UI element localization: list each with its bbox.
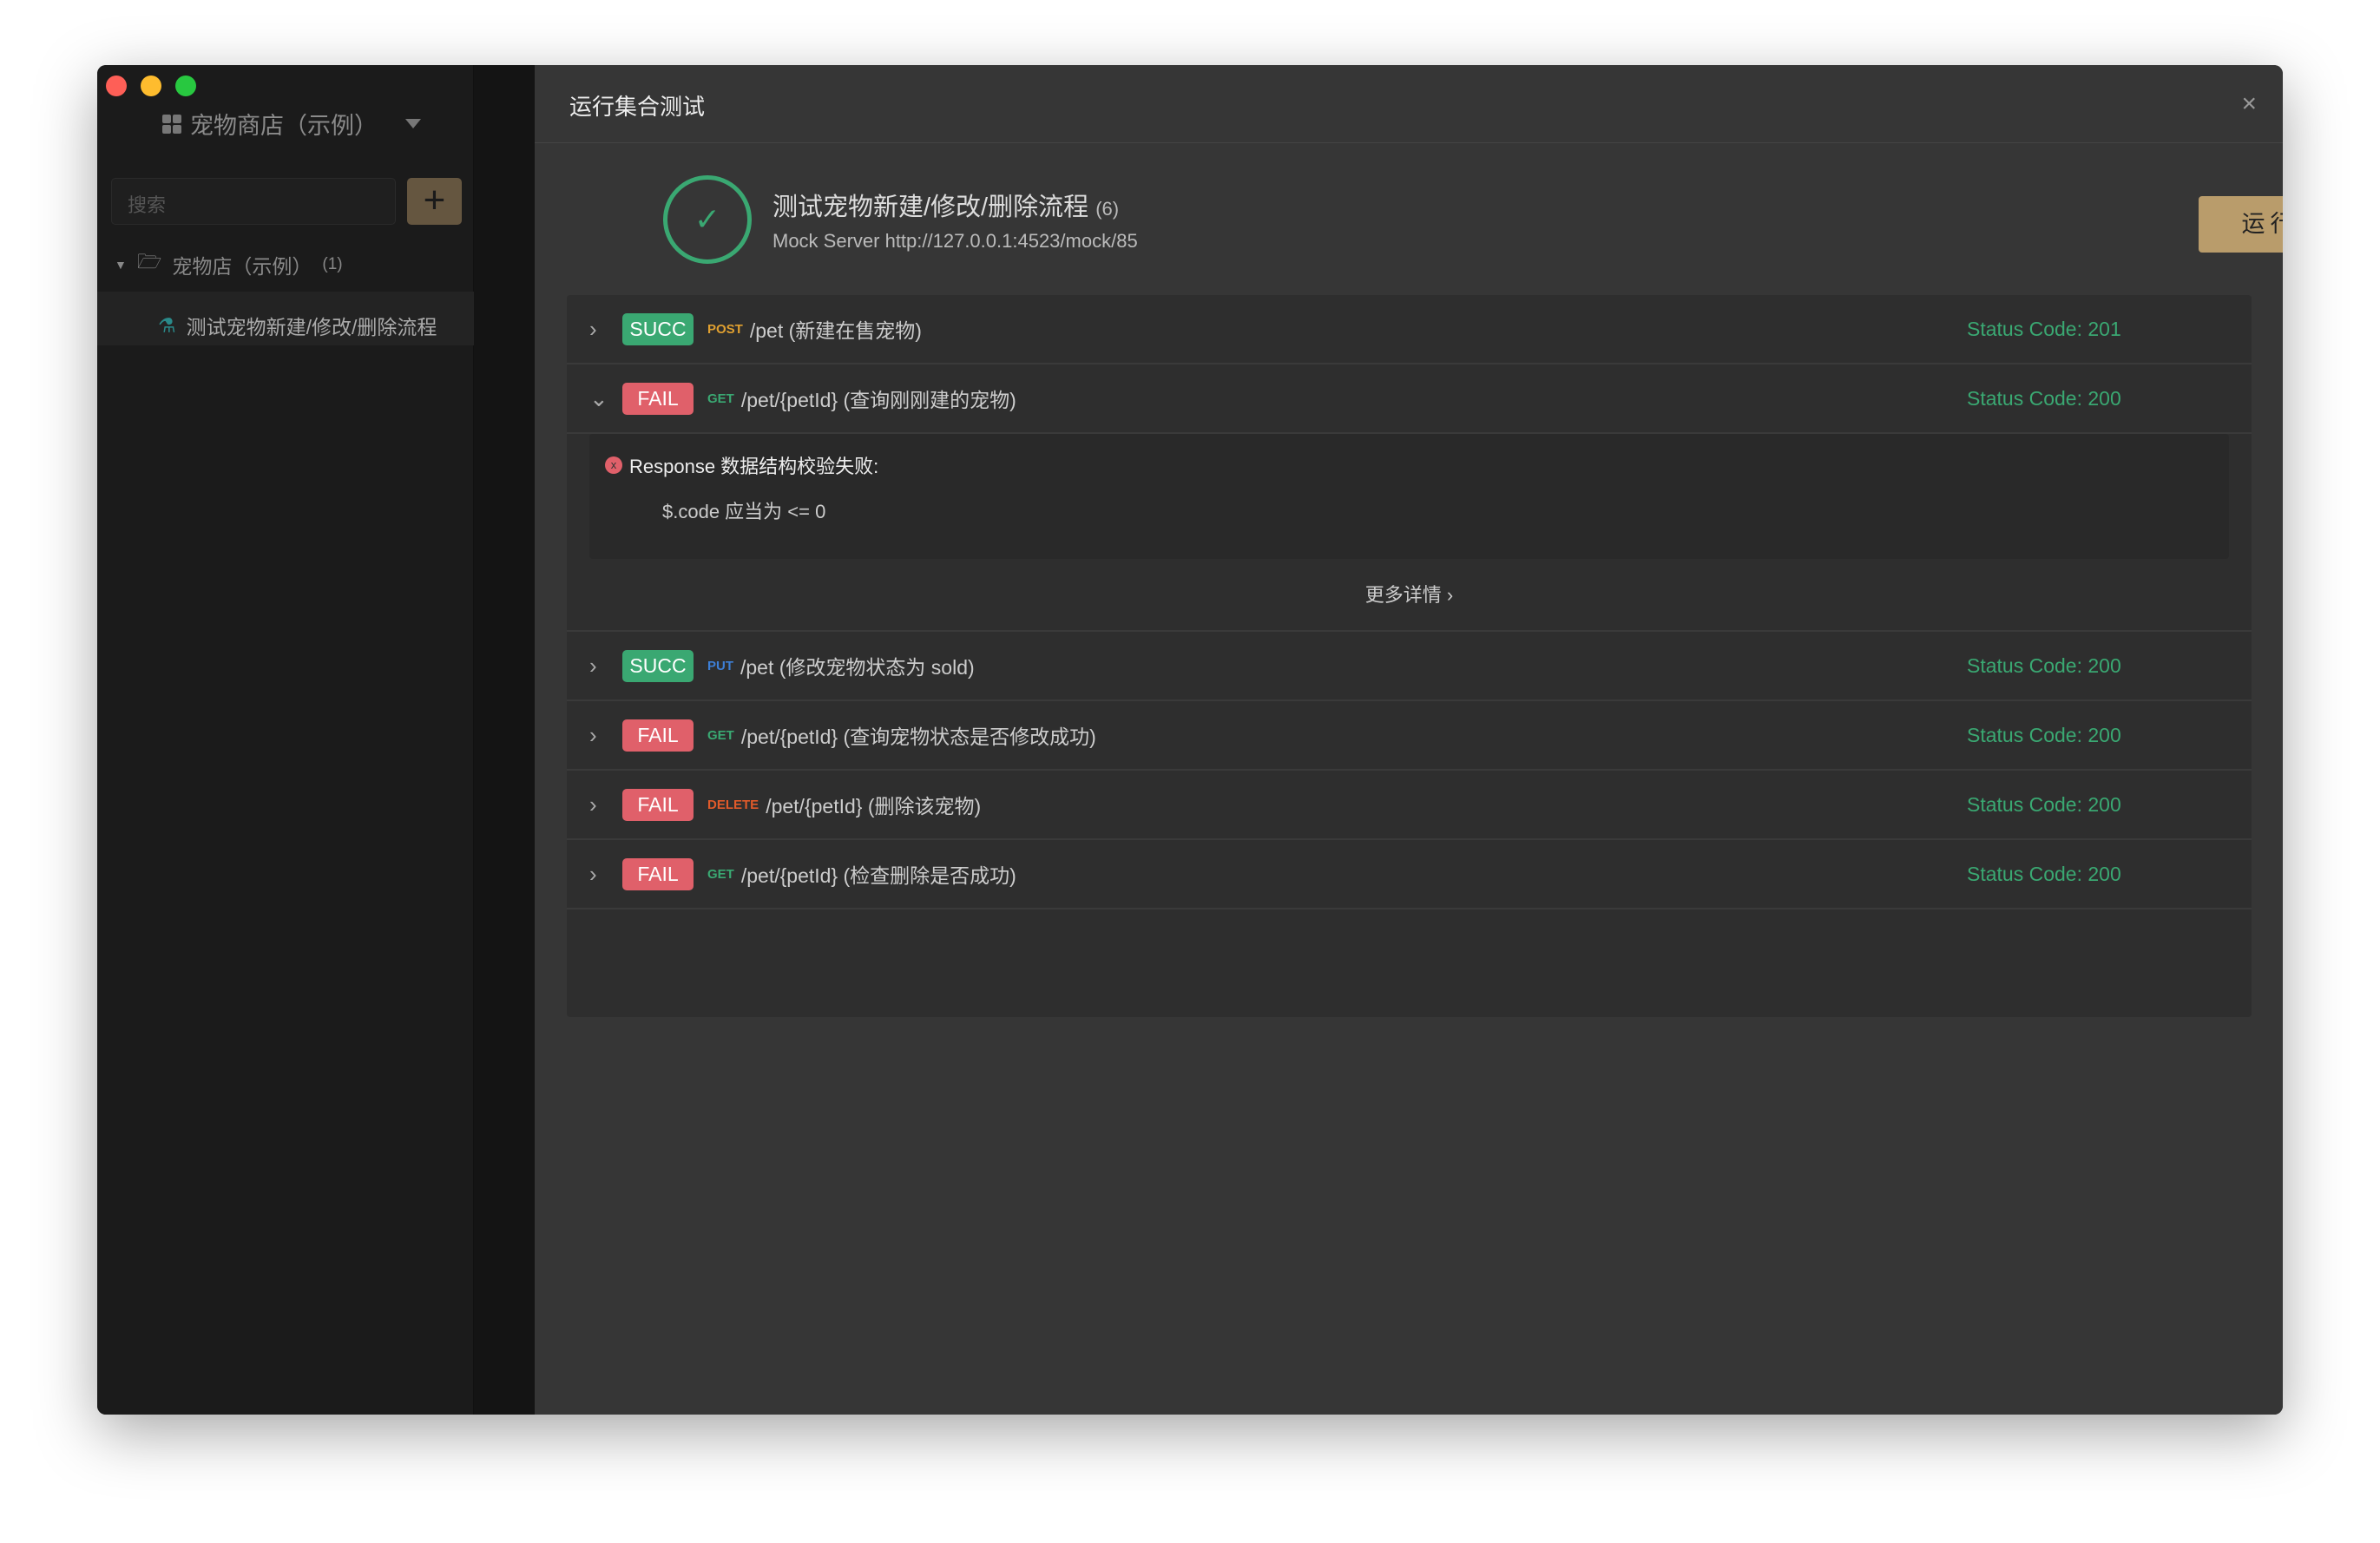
result-row[interactable]: › FAIL DELETE /pet/{petId} (删除该宠物) Statu…	[567, 771, 2252, 840]
success-check-icon: ✓	[663, 175, 752, 264]
result-row[interactable]: ⌄ FAIL GET /pet/{petId} (查询刚刚建的宠物) Statu…	[567, 364, 2252, 434]
modal-header: 运行集合测试 ×	[535, 65, 2283, 143]
mock-server-url: Mock Server http://127.0.0.1:4523/mock/8…	[773, 230, 1138, 252]
http-method: GET	[707, 866, 734, 882]
status-badge: SUCC	[622, 649, 694, 682]
sidebar: 宠物商店（示例） 搜索 + ▼ 🗁 宠物店（示例） (1) ⚗ 测试宠物新建/修…	[97, 65, 474, 1415]
status-code: Status Code: 200	[1967, 723, 2121, 746]
modal-title: 运行集合测试	[569, 94, 706, 120]
chevron-right-icon: ›	[589, 315, 597, 342]
chevron-right-icon: ›	[589, 652, 597, 679]
run-collection-modal: 运行集合测试 × ✓ 测试宠物新建/修改/删除流程 (6) Mock Serve…	[535, 65, 2283, 1415]
more-details-link[interactable]: 更多详情 ›	[567, 559, 2252, 632]
suite-name: 测试宠物新建/修改/删除流程	[773, 194, 1089, 221]
error-title: x Response 数据结构校验失败:	[605, 451, 878, 479]
caret-down-icon	[405, 119, 421, 128]
status-code: Status Code: 200	[1967, 386, 2121, 410]
search-input[interactable]: 搜索	[111, 178, 396, 225]
error-title-text: Response 数据结构校验失败:	[629, 456, 879, 477]
result-row[interactable]: › FAIL GET /pet/{petId} (查询宠物状态是否修改成功) S…	[567, 701, 2252, 771]
caret-down-icon: ▼	[115, 257, 127, 272]
error-panel: x Response 数据结构校验失败: $.code 应当为 <= 0	[589, 434, 2229, 559]
chevron-right-icon: ›	[589, 791, 597, 817]
suite-title: 测试宠物新建/修改/删除流程 (6)	[773, 187, 1119, 223]
run-button[interactable]: 运行	[2199, 196, 2283, 253]
status-badge: FAIL	[622, 719, 694, 752]
tree-item-label: 测试宠物新建/修改/删除流程	[186, 316, 437, 338]
add-button[interactable]: +	[407, 178, 462, 225]
maximize-window-button[interactable]	[175, 76, 196, 96]
status-code: Status Code: 200	[1967, 792, 2121, 816]
endpoint-path: /pet (修改宠物状态为 sold)	[740, 656, 975, 679]
close-icon[interactable]: ×	[2241, 89, 2257, 119]
status-code: Status Code: 200	[1967, 653, 2121, 677]
app-window: 宠物商店（示例） 搜索 + ▼ 🗁 宠物店（示例） (1) ⚗ 测试宠物新建/修…	[97, 65, 2283, 1415]
tree-item-test-suite[interactable]: ⚗ 测试宠物新建/修改/删除流程	[97, 292, 474, 345]
flask-icon: ⚗	[158, 313, 176, 337]
error-icon: x	[605, 456, 622, 474]
tree-folder[interactable]: ▼ 🗁 宠物店（示例） (1)	[115, 247, 343, 281]
folder-count: (1)	[322, 254, 343, 273]
endpoint-path: /pet/{petId} (删除该宠物)	[766, 795, 982, 817]
result-row[interactable]: › FAIL GET /pet/{petId} (检查删除是否成功) Statu…	[567, 840, 2252, 909]
error-detail: $.code 应当为 <= 0	[662, 501, 826, 522]
minimize-window-button[interactable]	[141, 76, 161, 96]
http-method: POST	[707, 321, 743, 337]
endpoint-path: /pet/{petId} (检查删除是否成功)	[740, 864, 1016, 887]
project-selector[interactable]: 宠物商店（示例）	[162, 107, 421, 141]
result-row[interactable]: › SUCC POST /pet (新建在售宠物) Status Code: 2…	[567, 295, 2252, 364]
status-badge: FAIL	[622, 788, 694, 821]
folder-label: 宠物店（示例）	[172, 254, 312, 278]
status-code: Status Code: 201	[1967, 317, 2121, 340]
folder-icon: 🗁	[136, 250, 162, 272]
background-panel	[474, 65, 535, 1415]
http-method: PUT	[707, 658, 733, 673]
status-code: Status Code: 200	[1967, 862, 2121, 885]
http-method: DELETE	[707, 797, 759, 812]
status-badge: FAIL	[622, 857, 694, 890]
status-badge: FAIL	[622, 382, 694, 415]
http-method: GET	[707, 391, 734, 406]
endpoint-path: /pet (新建在售宠物)	[749, 319, 922, 342]
chevron-right-icon: ›	[589, 721, 597, 748]
http-method: GET	[707, 727, 734, 743]
project-name: 宠物商店（示例）	[190, 113, 378, 139]
result-row[interactable]: › SUCC PUT /pet (修改宠物状态为 sold) Status Co…	[567, 632, 2252, 701]
endpoint-path: /pet/{petId} (查询刚刚建的宠物)	[740, 389, 1016, 411]
endpoint-path: /pet/{petId} (查询宠物状态是否修改成功)	[740, 726, 1096, 748]
results-list: › SUCC POST /pet (新建在售宠物) Status Code: 2…	[567, 295, 2252, 1017]
suite-count: (6)	[1095, 198, 1120, 220]
chevron-right-icon: ›	[589, 860, 597, 887]
status-badge: SUCC	[622, 312, 694, 345]
grid-icon	[162, 114, 181, 134]
close-window-button[interactable]	[106, 76, 127, 96]
chevron-down-icon: ⌄	[589, 384, 608, 411]
